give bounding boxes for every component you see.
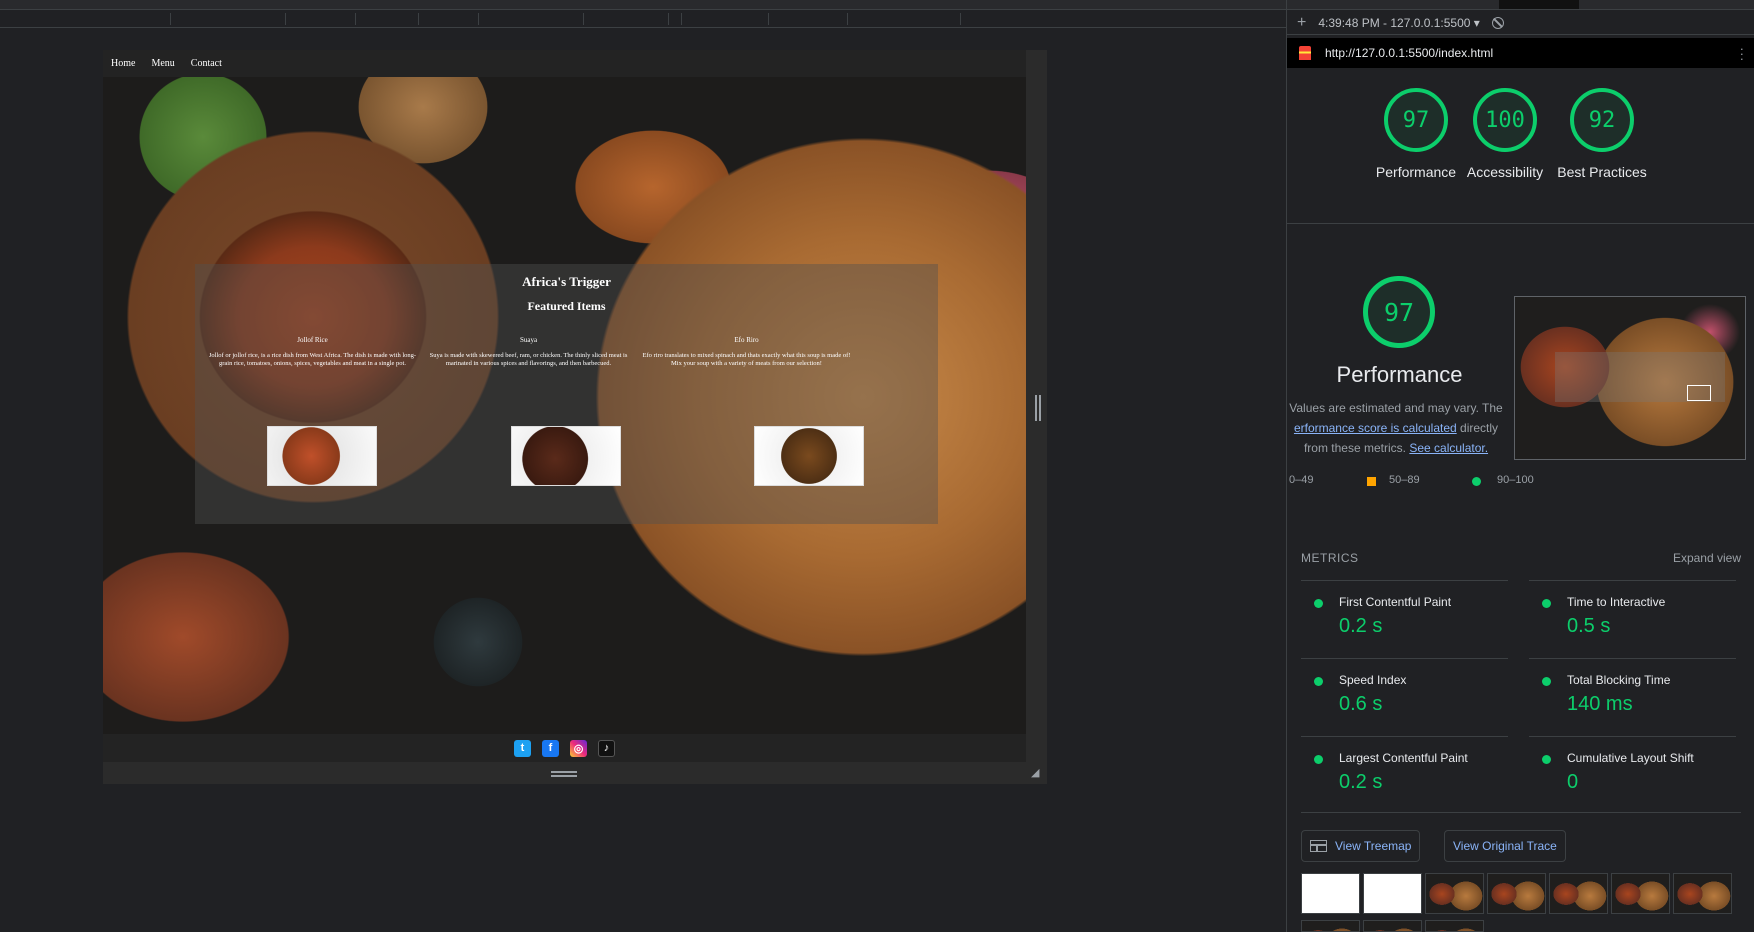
nav-home-link[interactable]: Home xyxy=(111,58,135,69)
pass-dot-icon xyxy=(1314,755,1323,764)
legend-pass: 90–100 xyxy=(1497,474,1534,486)
score-gauge-best-practices[interactable]: 92 xyxy=(1570,88,1634,152)
filmstrip-frame xyxy=(1363,920,1422,932)
score-calculated-link[interactable]: erformance score is calculated xyxy=(1294,421,1457,435)
food-name: Suaya xyxy=(519,336,538,344)
metric-fcp: First Contentful Paint 0.2 s xyxy=(1301,580,1508,650)
food-description: Jollof or jollof rice, is a rice dish fr… xyxy=(208,352,417,368)
legend-fail: 0–49 xyxy=(1289,474,1314,486)
featured-section: Africa's Trigger Featured Items Jollof R… xyxy=(195,264,938,524)
performance-note: Values are estimated and may vary. The e… xyxy=(1289,401,1503,455)
average-square-icon xyxy=(1367,477,1376,486)
filmstrip-frame xyxy=(1611,873,1670,914)
food-description: Efo riro translates to mixed spinach and… xyxy=(642,352,851,368)
pass-dot-icon xyxy=(1542,599,1551,608)
filmstrip-frame xyxy=(1301,920,1360,932)
food-item-jollof: Jollof Rice Jollof or jollof rice, is a … xyxy=(205,336,420,369)
final-screenshot[interactable] xyxy=(1514,296,1746,460)
twitter-icon[interactable]: t xyxy=(514,739,531,757)
score-legend: 0–49 50–89 90–100 xyxy=(1287,474,1754,490)
expand-view-toggle[interactable]: Expand view xyxy=(1673,551,1741,565)
ruler-bar xyxy=(0,10,1286,28)
food-description: Suya is made with skewered beef, ram, or… xyxy=(429,352,628,368)
hero-background: Africa's Trigger Featured Items Jollof R… xyxy=(103,77,1026,734)
nav-menu-link[interactable]: Menu xyxy=(151,58,174,69)
food-item-suya: Suaya Suya is made with skewered beef, r… xyxy=(421,336,636,369)
pass-dot-icon xyxy=(1314,677,1323,686)
filmstrip-frame xyxy=(1301,873,1360,914)
device-toolbar xyxy=(0,0,1286,10)
performance-gauge: 97 xyxy=(1363,276,1435,348)
report-url-bar: http://127.0.0.1:5500/index.html · · · xyxy=(1287,38,1754,68)
device-viewport: Home Menu Contact Africa's Trigger Featu… xyxy=(103,50,1047,784)
efo-image xyxy=(754,426,864,486)
pass-circle-icon xyxy=(1472,477,1481,486)
pass-dot-icon xyxy=(1314,599,1323,608)
view-trace-button[interactable]: View Original Trace xyxy=(1444,830,1566,862)
score-label: Performance xyxy=(1375,164,1457,180)
metrics-title: METRICS xyxy=(1301,551,1359,565)
score-gauge-performance[interactable]: 97 xyxy=(1384,88,1448,152)
metric-lcp: Largest Contentful Paint 0.2 s xyxy=(1301,736,1508,806)
site-footer: t f ◎ ♪ xyxy=(103,734,1026,762)
site-nav: Home Menu Contact xyxy=(103,50,1026,77)
filmstrip-frame xyxy=(1425,920,1484,932)
filmstrip-frame xyxy=(1425,873,1484,914)
metrics-header: METRICS Expand view xyxy=(1301,551,1741,565)
metric-tbt: Total Blocking Time 140 ms xyxy=(1529,658,1736,728)
divider xyxy=(1287,223,1754,224)
performance-title: Performance xyxy=(1336,362,1463,387)
filmstrip-frame xyxy=(1487,873,1546,914)
lighthouse-panel: + 4:39:48 PM - 127.0.0.1:5500 ▾ http://1… xyxy=(1286,0,1754,932)
panel-tabs xyxy=(1287,0,1754,10)
site-title: Africa's Trigger xyxy=(522,274,611,289)
metric-speed-index: Speed Index 0.6 s xyxy=(1301,658,1508,728)
more-options-icon[interactable]: · · · xyxy=(1740,42,1744,65)
food-item-efo: Efo Riro Efo riro translates to mixed sp… xyxy=(639,336,854,369)
filmstrip-frame xyxy=(1673,873,1732,914)
report-selector-bar: + 4:39:48 PM - 127.0.0.1:5500 ▾ xyxy=(1287,11,1754,35)
resize-corner-icon[interactable]: ◢ xyxy=(1031,767,1043,779)
metric-cls: Cumulative Layout Shift 0 xyxy=(1529,736,1736,806)
resize-handle-right[interactable] xyxy=(1035,395,1041,421)
treemap-icon xyxy=(1310,840,1327,852)
jollof-image xyxy=(267,426,377,486)
new-report-icon[interactable]: + xyxy=(1297,14,1306,32)
lighthouse-logo-icon xyxy=(1299,46,1311,60)
pass-dot-icon xyxy=(1542,755,1551,764)
score-label: Best Practices xyxy=(1557,164,1647,180)
clear-reports-icon[interactable] xyxy=(1491,16,1504,29)
facebook-icon[interactable]: f xyxy=(542,739,559,757)
tab-lighthouse[interactable] xyxy=(1499,0,1579,9)
resize-handle-bottom[interactable] xyxy=(551,771,577,777)
nav-contact-link[interactable]: Contact xyxy=(191,58,222,69)
featured-heading: Featured Items xyxy=(527,299,606,313)
divider xyxy=(1301,812,1741,813)
filmstrip-frame xyxy=(1363,873,1422,914)
report-select[interactable]: 4:39:48 PM - 127.0.0.1:5500 ▾ xyxy=(1318,16,1479,30)
legend-average: 50–89 xyxy=(1389,474,1420,486)
view-treemap-button[interactable]: View Treemap xyxy=(1301,830,1421,862)
see-calculator-link[interactable]: See calculator. xyxy=(1409,441,1488,455)
filmstrip-frame xyxy=(1549,873,1608,914)
report-url[interactable]: http://127.0.0.1:5500/index.html xyxy=(1325,46,1493,60)
instagram-icon[interactable]: ◎ xyxy=(570,739,587,757)
tiktok-icon[interactable]: ♪ xyxy=(598,739,615,757)
score-label: Accessibility xyxy=(1466,164,1544,180)
food-name: Efo Riro xyxy=(734,336,759,344)
metric-tti: Time to Interactive 0.5 s xyxy=(1529,580,1736,650)
food-name: Jollof Rice xyxy=(297,336,328,344)
suya-image xyxy=(511,426,621,486)
score-gauge-accessibility[interactable]: 100 xyxy=(1473,88,1537,152)
pass-dot-icon xyxy=(1542,677,1551,686)
